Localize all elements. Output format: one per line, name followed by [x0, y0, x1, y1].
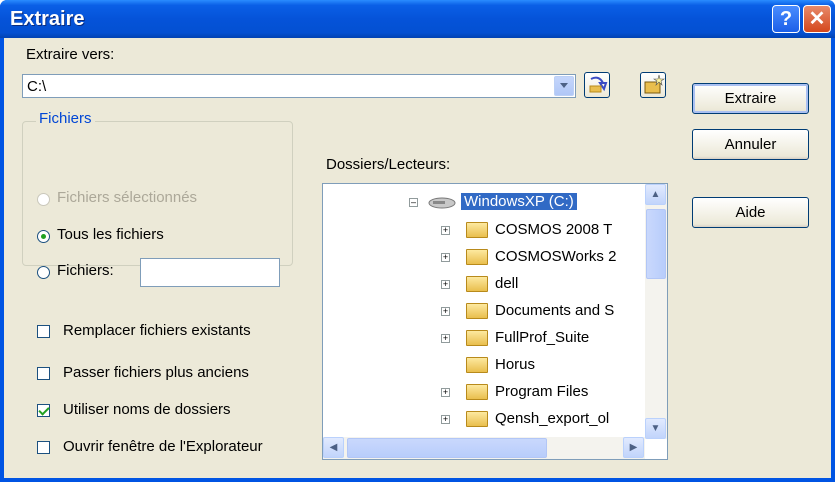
expand-icon[interactable]: + [441, 334, 450, 343]
checkbox-skip-older[interactable] [37, 367, 50, 380]
help-icon: ? [779, 8, 793, 30]
drive-icon [428, 197, 456, 209]
checkbox-use-folders[interactable] [37, 404, 50, 417]
close-button[interactable]: ✕ [803, 5, 831, 33]
browse-button[interactable] [584, 72, 610, 98]
tree-item[interactable]: + FullProf_Suite [323, 326, 643, 353]
expand-icon[interactable]: + [441, 307, 450, 316]
folder-icon [466, 303, 488, 319]
files-input[interactable] [140, 258, 280, 287]
folder-icon [466, 384, 488, 400]
files-group-title: Fichiers [36, 110, 95, 127]
chevron-down-icon[interactable] [554, 76, 574, 96]
replace-label: Remplacer fichiers existants [63, 322, 251, 339]
expand-icon[interactable]: + [441, 415, 450, 424]
radio-files[interactable] [37, 266, 50, 279]
new-folder-icon [644, 74, 665, 94]
tree-item[interactable]: + Qensh_export_ol [323, 407, 643, 434]
folders-label: Dossiers/Lecteurs: [326, 156, 451, 173]
tree-item[interactable]: + COSMOSWorks 2 [323, 245, 643, 272]
tree-item[interactable]: + Documents and S [323, 299, 643, 326]
horizontal-scrollbar[interactable]: ◀ ▶ [323, 437, 645, 459]
vertical-scrollbar[interactable]: ▲ ▼ [645, 184, 667, 439]
expand-icon[interactable]: + [441, 253, 450, 262]
drive-label: WindowsXP (C:) [461, 193, 577, 210]
radio-selected-files[interactable] [37, 193, 50, 206]
help-button[interactable]: Aide [692, 197, 809, 228]
tree-item-label: Documents and S [495, 302, 615, 319]
expand-icon[interactable]: + [441, 280, 450, 289]
scroll-thumb-horizontal[interactable] [347, 438, 547, 458]
help-title-button[interactable]: ? [772, 5, 800, 33]
folder-icon [466, 330, 488, 346]
folder-icon [466, 411, 488, 427]
folder-icon [466, 222, 488, 238]
folder-tree[interactable]: – WindowsXP (C:) + COSMOS 2008 T + COSMOSWo… [322, 183, 668, 460]
folder-icon [466, 276, 488, 292]
checkbox-open-explorer[interactable] [37, 441, 50, 454]
radio-all-files[interactable] [37, 230, 50, 243]
tree-drive-row[interactable]: – WindowsXP (C:) [323, 190, 643, 217]
extract-button[interactable]: Extraire [692, 83, 809, 114]
selected-files-label: Fichiers sélectionnés [57, 189, 198, 206]
expand-icon[interactable]: + [441, 388, 450, 397]
scroll-left-button[interactable]: ◀ [323, 437, 344, 458]
collapse-icon[interactable]: – [409, 198, 418, 207]
files-label: Fichiers: [57, 262, 114, 279]
tree-item-label: dell [495, 275, 519, 292]
expand-icon[interactable]: + [441, 226, 450, 235]
tree-item-label: COSMOSWorks 2 [495, 248, 617, 265]
folder-icon [466, 249, 488, 265]
extract-to-label: Extraire vers: [26, 46, 115, 63]
scroll-thumb-vertical[interactable] [646, 209, 666, 279]
title-bar[interactable]: Extraire ? ✕ [0, 0, 835, 38]
checkbox-replace[interactable] [37, 325, 50, 338]
scroll-right-button[interactable]: ▶ [623, 437, 644, 458]
tree-item[interactable]: + COSMOS 2008 T [323, 218, 643, 245]
open-explorer-label: Ouvrir fenêtre de l'Explorateur [63, 438, 263, 455]
tree-item-label: Program Files [495, 383, 589, 400]
scroll-up-button[interactable]: ▲ [645, 184, 666, 205]
close-icon: ✕ [808, 8, 826, 30]
skip-older-label: Passer fichiers plus anciens [63, 364, 249, 381]
cancel-button[interactable]: Annuler [692, 129, 809, 160]
extract-to-combo[interactable]: C:\ [22, 74, 576, 98]
extract-to-value: C:\ [27, 78, 47, 95]
tree-item[interactable]: Horus [323, 353, 643, 380]
folder-arrow-icon [589, 76, 608, 93]
window-title: Extraire [10, 8, 85, 30]
tree-item[interactable]: + dell [323, 272, 643, 299]
tree-item[interactable]: + Program Files [323, 380, 643, 407]
tree-item-label: Qensh_export_ol [495, 410, 610, 427]
new-folder-button[interactable] [640, 72, 666, 98]
tree-item-label: Horus [495, 356, 536, 373]
tree-item-label: COSMOS 2008 T [495, 221, 613, 238]
use-folders-label: Utiliser noms de dossiers [63, 401, 231, 418]
folder-icon [466, 357, 488, 373]
all-files-label: Tous les fichiers [57, 226, 164, 243]
tree-item-label: FullProf_Suite [495, 329, 590, 346]
scroll-down-button[interactable]: ▼ [645, 418, 666, 439]
